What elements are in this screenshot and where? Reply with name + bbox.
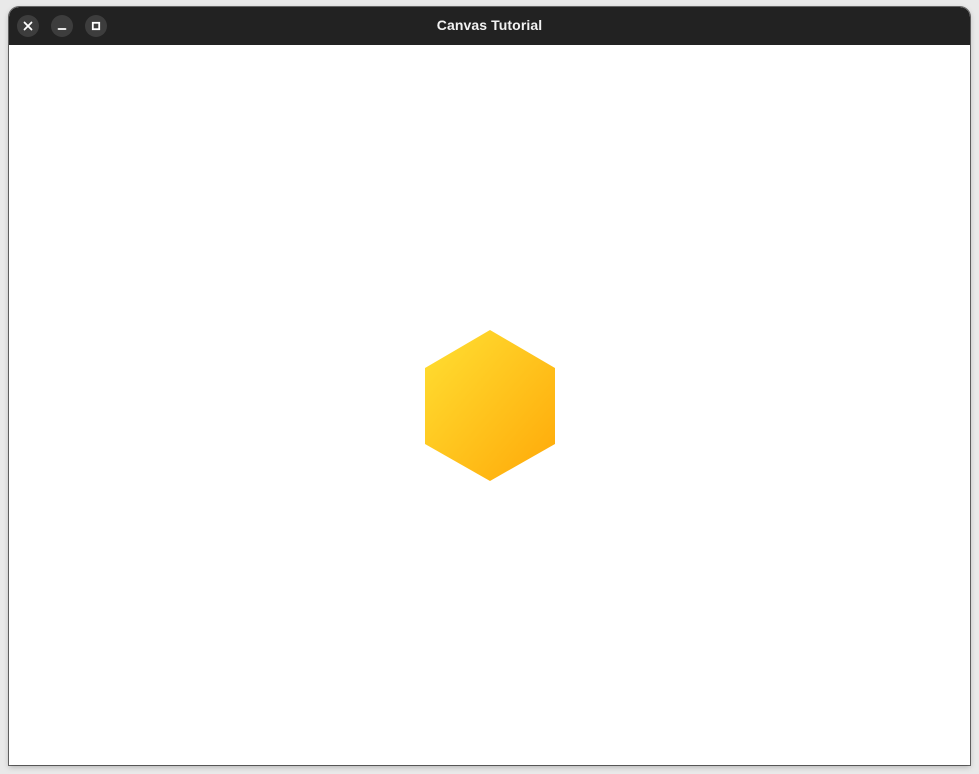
canvas[interactable] xyxy=(9,45,970,765)
hexagon-shape xyxy=(425,330,555,481)
window-title: Canvas Tutorial xyxy=(436,17,543,33)
app-window: Canvas Tutorial xyxy=(9,7,970,765)
titlebar[interactable]: Canvas Tutorial xyxy=(9,7,970,45)
